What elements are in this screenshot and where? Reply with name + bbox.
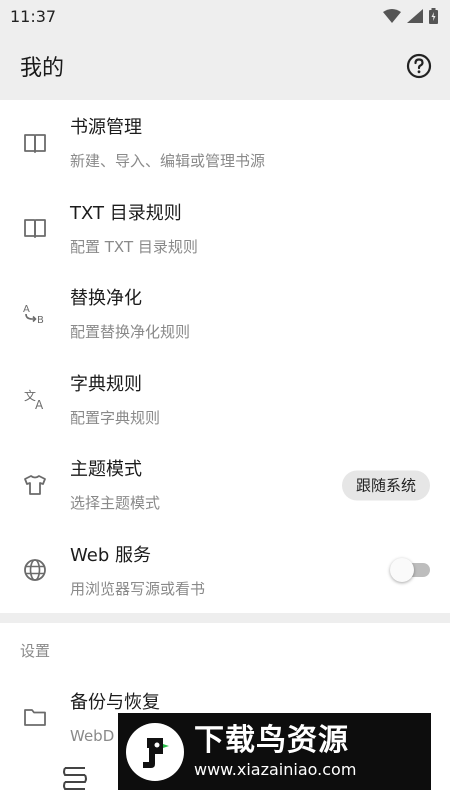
bookshelf-nav-icon[interactable] [60,762,90,792]
menu-item-title: 字典规则 [70,373,142,395]
watermark-title: 下载鸟资源 [194,722,349,758]
globe-icon [24,559,46,582]
toggle-thumb [390,558,414,583]
signal-icon [407,9,423,23]
menu-list: 书源管理 新建、导入、编辑或管理书源 TXT 目录规则 配置 TXT 目录规则 … [0,100,450,613]
menu-item-subtitle: 配置替换净化规则 [70,323,191,342]
watermark-url: www.xiazainiao.com [194,759,357,779]
wifi-icon [383,9,401,23]
translate-icon: 文 A [24,388,44,411]
svg-text:A: A [23,304,30,315]
menu-item-web-service[interactable]: Web 服务 用浏览器写源或看书 [0,528,450,614]
menu-item-subtitle: 配置 TXT 目录规则 [70,237,198,256]
menu-item-title: 备份与恢复 [70,691,160,713]
replace-ab-icon: A B [23,304,44,326]
status-icons [383,8,438,24]
menu-item-title: TXT 目录规则 [70,202,182,224]
menu-item-title: 书源管理 [70,117,142,139]
menu-item-theme-mode[interactable]: 主题模式 选择主题模式 跟随系统 [0,442,450,528]
svg-text:B: B [37,315,44,326]
app-bar: 我的 [0,32,450,100]
folder-icon [24,709,46,726]
page-title: 我的 [20,56,65,81]
book-icon [24,133,46,153]
watermark-banner: 下载鸟资源 www.xiazainiao.com [118,713,431,790]
web-service-toggle[interactable] [390,558,430,583]
book-icon [24,219,46,239]
menu-item-title: 替换净化 [70,288,142,310]
menu-item-subtitle: 新建、导入、编辑或管理书源 [70,152,266,171]
menu-item-dictionary-rules[interactable]: 文 A 字典规则 配置字典规则 [0,357,450,443]
menu-item-subtitle: 用浏览器写源或看书 [70,579,206,598]
svg-text:A: A [35,398,44,411]
status-time: 11:37 [10,6,57,26]
status-bar: 11:37 [0,0,450,32]
help-icon [406,53,432,79]
menu-item-subtitle: 配置字典规则 [70,408,161,427]
battery-icon [429,8,438,24]
bird-logo-icon [143,737,169,768]
theme-mode-chip[interactable]: 跟随系统 [341,470,430,501]
menu-item-book-source[interactable]: 书源管理 新建、导入、编辑或管理书源 [0,100,450,186]
section-header-settings: 设置 [20,641,51,660]
menu-item-replace-rules[interactable]: A B 替换净化 配置替换净化规则 [0,271,450,357]
watermark-logo [126,722,184,781]
menu-item-txt-toc-rules[interactable]: TXT 目录规则 配置 TXT 目录规则 [0,186,450,272]
help-button[interactable] [404,51,434,81]
tshirt-icon [24,474,46,495]
section-divider [0,613,450,623]
